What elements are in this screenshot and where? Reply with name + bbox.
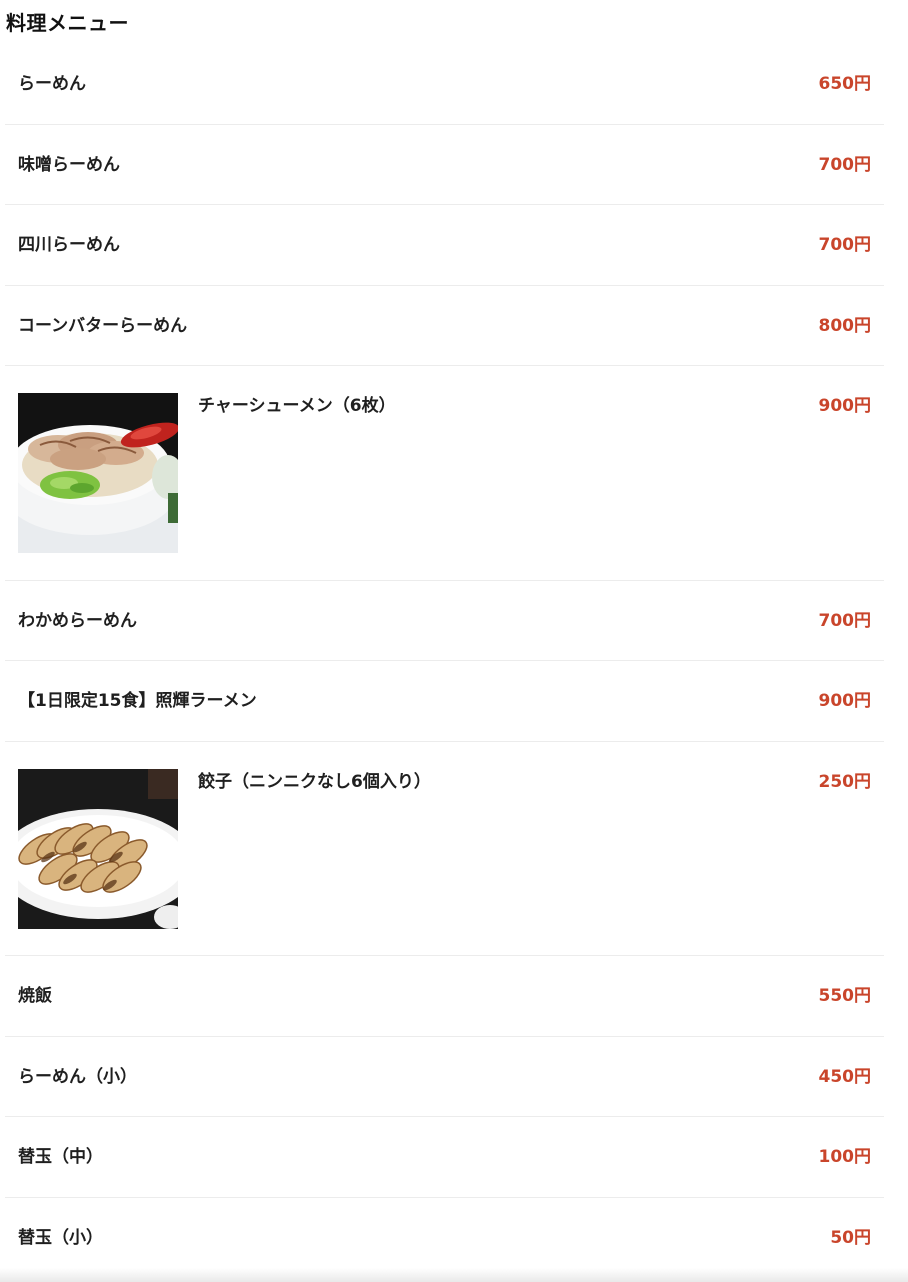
menu-item-price: 250円 — [818, 771, 872, 792]
menu-item-price: 650円 — [818, 74, 872, 94]
menu-item[interactable]: チャーシューメン（6枚） 900円 — [5, 366, 884, 581]
gyoza-image — [18, 768, 178, 929]
chashu-ramen-image — [18, 393, 178, 553]
gyoza-photo[interactable] — [18, 768, 178, 929]
menu-item-name: コーンバターらーめん — [18, 315, 188, 336]
chashu-ramen-photo[interactable] — [18, 393, 178, 553]
menu-item-price: 50円 — [830, 1227, 871, 1248]
menu-item[interactable]: コーンバターらーめん 800円 — [5, 286, 884, 366]
menu-item[interactable]: 焼飯 550円 — [5, 956, 884, 1037]
menu-item[interactable]: 替玉（小） 50円 — [5, 1198, 884, 1279]
menu-item[interactable]: らーめん（小） 450円 — [5, 1037, 884, 1117]
menu-item[interactable]: 【1日限定15食】照輝ラーメン 900円 — [5, 661, 884, 742]
menu-item-price: 900円 — [818, 396, 872, 416]
menu-item[interactable]: 餃子（ニンニクなし6個入り） 250円 — [5, 742, 884, 956]
menu-item[interactable]: わかめらーめん 700円 — [5, 581, 884, 661]
menu-section-title: 料理メニュー — [6, 11, 129, 35]
menu-item-price: 800円 — [818, 315, 872, 336]
menu-item[interactable]: 味噌らーめん 700円 — [5, 125, 884, 205]
menu-item-name: らーめん（小） — [18, 1066, 137, 1087]
menu-item-name: 替玉（中） — [18, 1147, 103, 1167]
menu-item-name: 餃子（ニンニクなし6個入り） — [198, 771, 431, 792]
bottom-edge-fade — [0, 1268, 908, 1282]
menu-item-name: チャーシューメン（6枚） — [198, 396, 396, 416]
menu-item[interactable]: 四川らーめん 700円 — [5, 205, 884, 286]
menu-item-name: 四川らーめん — [18, 235, 120, 255]
menu-item-price: 100円 — [818, 1147, 872, 1167]
menu-list: らーめん 650円 味噌らーめん 700円 四川らーめん 700円 コーンバター… — [5, 44, 884, 1278]
menu-item-price: 700円 — [818, 235, 872, 255]
menu-item-name: 替玉（小） — [18, 1227, 103, 1248]
menu-item-price: 700円 — [818, 610, 872, 631]
menu-item-name: 味噌らーめん — [18, 154, 120, 175]
menu-item-price: 550円 — [818, 986, 872, 1006]
menu-item-price: 900円 — [818, 691, 872, 711]
menu-item-name: 焼飯 — [18, 986, 52, 1006]
menu-item-name: わかめらーめん — [18, 610, 137, 631]
menu-item-name: らーめん — [18, 74, 86, 94]
menu-item[interactable]: 替玉（中） 100円 — [5, 1117, 884, 1198]
menu-item[interactable]: らーめん 650円 — [5, 44, 884, 125]
menu-item-price: 450円 — [818, 1066, 872, 1087]
menu-item-price: 700円 — [818, 154, 872, 175]
menu-item-name: 【1日限定15食】照輝ラーメン — [18, 691, 257, 711]
